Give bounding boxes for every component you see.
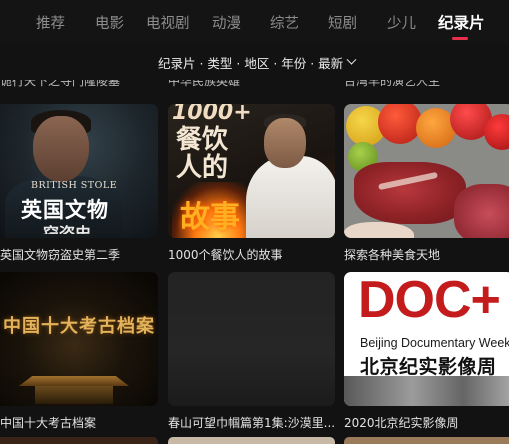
documentary-poster[interactable]: BRITISH STOLE 英国文物 窃盗史 <box>0 104 158 238</box>
poster-temple <box>19 376 129 386</box>
list-item-caption[interactable]: 诡行天下之寻门隆陵墓 <box>0 80 160 94</box>
tab-tv-series[interactable]: 电视剧 <box>146 12 190 33</box>
documentary-poster[interactable]: 1000+ 餐饮人的 故事 <box>168 104 335 238</box>
poster-temple <box>19 376 129 406</box>
list-item-caption[interactable]: 台湾早的演艺人生 <box>344 80 509 94</box>
documentary-poster[interactable] <box>0 437 158 444</box>
poster-figure <box>264 118 306 168</box>
tab-kids[interactable]: 少儿 <box>387 12 416 33</box>
documentary-poster[interactable] <box>344 437 509 444</box>
documentary-poster[interactable]: 中国十大考古档案 <box>0 272 158 406</box>
poster-meat <box>344 222 414 238</box>
poster-temple <box>35 386 113 404</box>
poster-title: 窃盗史 <box>43 224 92 234</box>
documentary-poster[interactable] <box>168 437 335 444</box>
tab-variety[interactable]: 综艺 <box>270 12 299 33</box>
poster-figure <box>33 116 89 182</box>
tab-short-drama[interactable]: 短剧 <box>328 12 357 33</box>
poster-figure <box>246 156 335 238</box>
tab-documentary[interactable]: 纪录片 <box>438 11 485 33</box>
list-item-caption[interactable]: 春山可望巾帼篇第1集:沙漠里... <box>168 414 335 431</box>
category-tab-bar: 推荐 电影 电视剧 动漫 综艺 短剧 少儿 纪录片 <box>0 0 509 44</box>
tab-movies[interactable]: 电影 <box>95 12 124 33</box>
poster-subtitle: Beijing Documentary Week <box>360 336 509 350</box>
chevron-down-icon <box>346 54 357 65</box>
list-item-caption[interactable]: 1000个餐饮人的故事 <box>168 246 335 263</box>
poster-title: 1000+ <box>172 104 252 125</box>
poster-title: 北京纪实影像周 <box>360 356 497 378</box>
documentary-poster[interactable]: DOC+ Beijing Documentary Week 北京纪实影像周 <box>344 272 509 406</box>
poster-meat <box>354 162 466 224</box>
list-item-caption[interactable]: 2020北京纪实影像周 <box>344 414 509 431</box>
active-tab-indicator <box>452 37 468 40</box>
documentary-poster[interactable] <box>168 272 335 406</box>
poster-meat <box>454 184 509 238</box>
tab-recommend[interactable]: 推荐 <box>36 12 65 33</box>
poster-logo: DOC+ <box>358 272 501 329</box>
filter-summary-dropdown[interactable]: 纪录片 · 类型 · 地区 · 年份 · 最新 <box>158 53 357 72</box>
poster-title: 故事 <box>180 200 240 235</box>
filter-summary-label: 纪录片 · 类型 · 地区 · 年份 · 最新 <box>158 56 344 71</box>
list-item-caption[interactable]: 英国文物窃盗史第二季 <box>0 246 160 263</box>
list-item-caption[interactable]: 探索各种美食天地 <box>344 246 509 263</box>
list-item-caption[interactable]: 中华民族英雄 <box>168 80 333 94</box>
poster-photo-strip <box>344 376 509 406</box>
poster-subtitle: BRITISH STOLE <box>31 180 118 191</box>
poster-title: 餐饮人的 <box>176 125 229 183</box>
poster-fruit <box>484 114 509 150</box>
documentary-poster[interactable] <box>344 104 509 238</box>
tab-anime[interactable]: 动漫 <box>212 12 241 33</box>
list-item-caption[interactable]: 中国十大考古档案 <box>0 414 160 431</box>
poster-title: 中国十大考古档案 <box>3 316 155 337</box>
